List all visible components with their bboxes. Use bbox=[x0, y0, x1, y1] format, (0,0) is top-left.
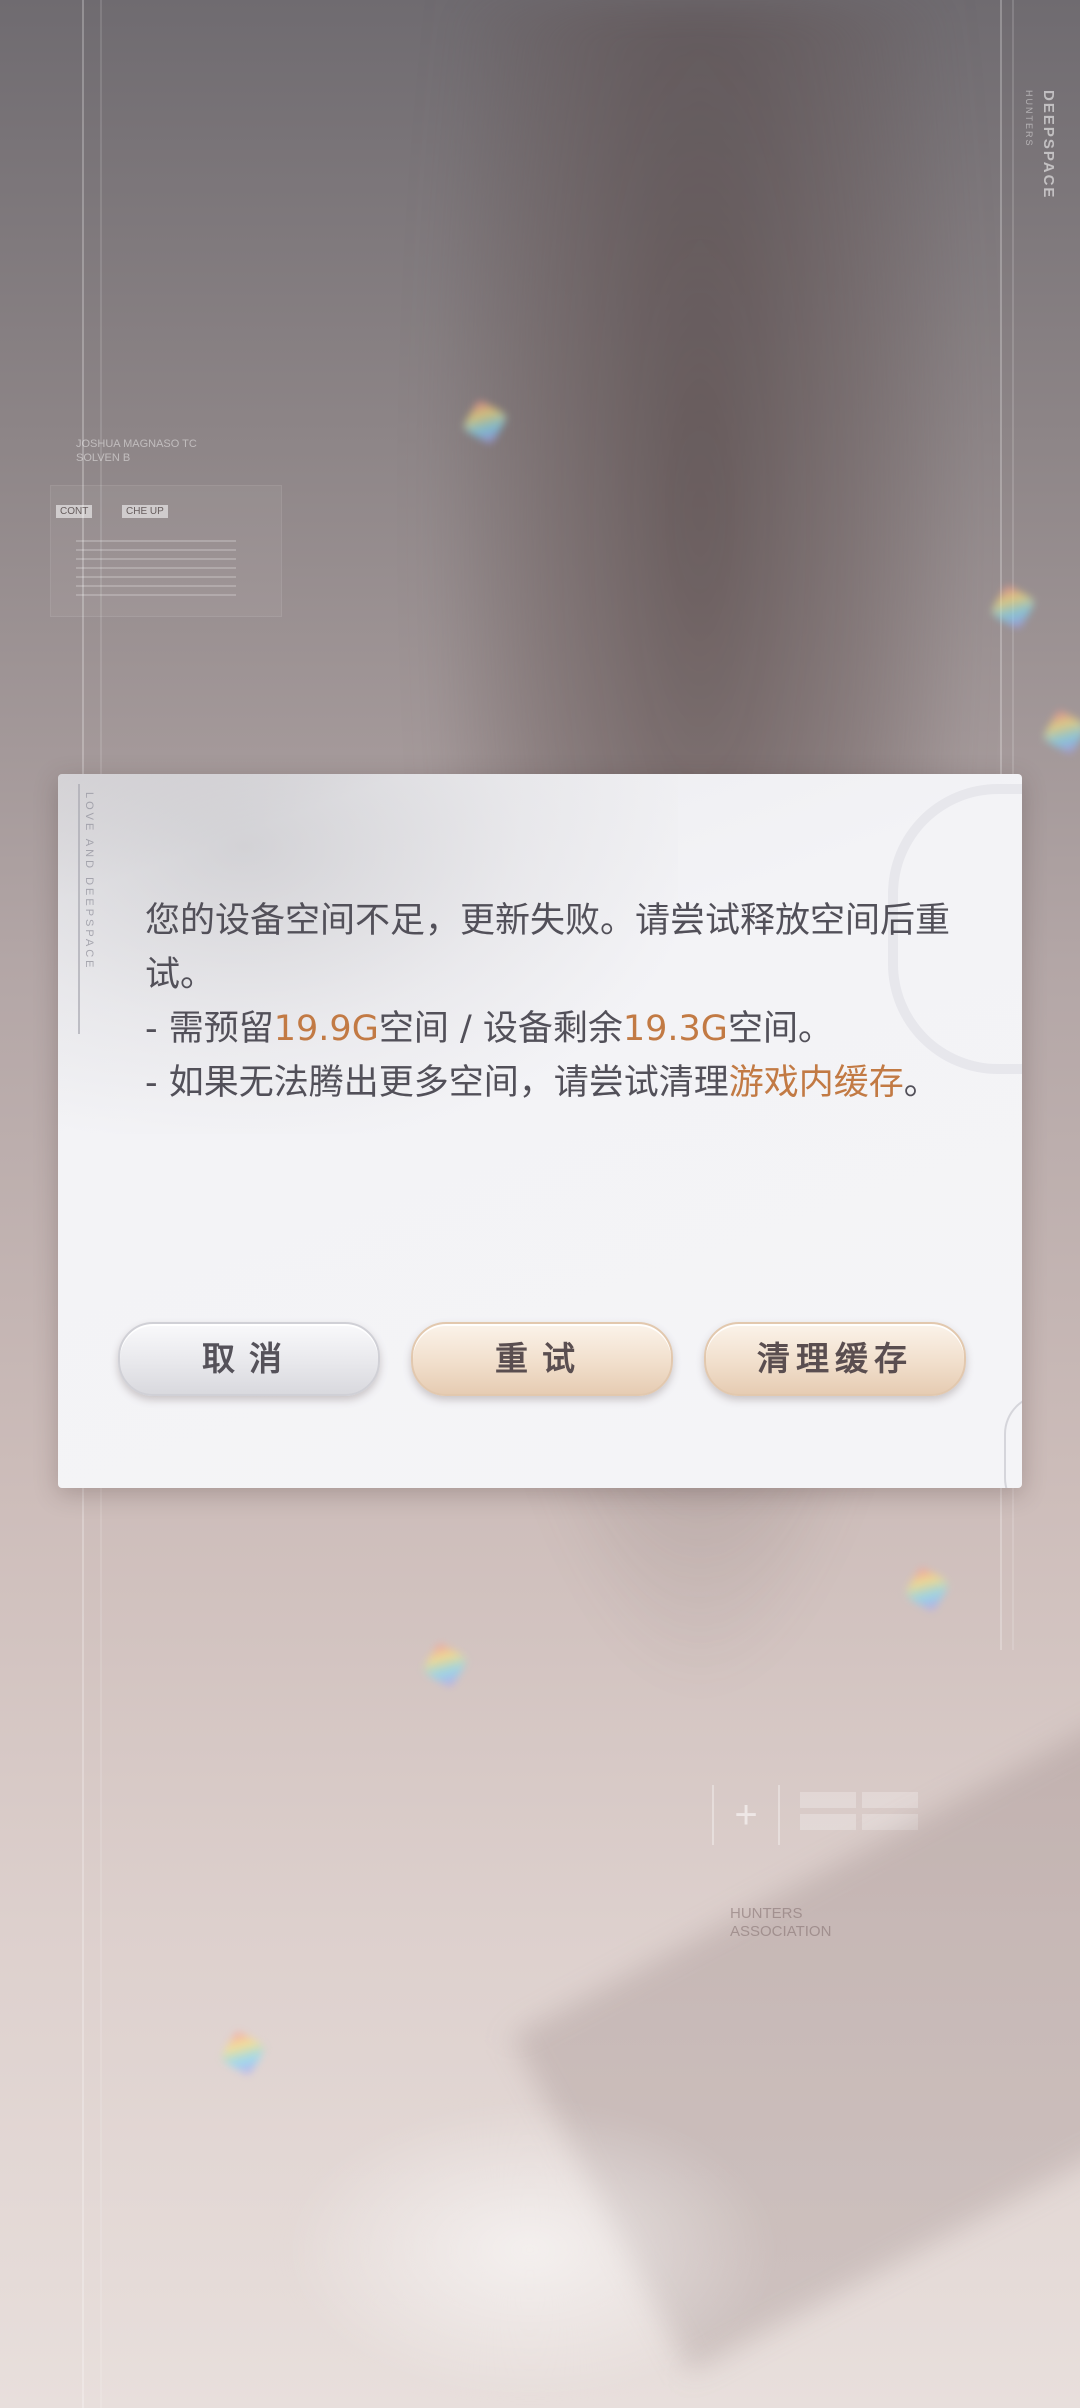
plus-icon: + bbox=[712, 1785, 780, 1845]
light-prism-icon bbox=[219, 2029, 267, 2077]
clear-cache-button[interactable]: 清理缓存 bbox=[704, 1322, 966, 1396]
retry-button[interactable]: 重试 bbox=[411, 1322, 673, 1396]
cancel-button[interactable]: 取消 bbox=[118, 1322, 380, 1396]
brand-logo-text: DEEPSPACE bbox=[1040, 90, 1057, 200]
decorative-lines bbox=[76, 540, 236, 600]
storage-error-dialog: LOVE AND DEEPSPACE 您的设备空间不足，更新失败。请尝试释放空间… bbox=[58, 774, 1022, 1488]
dialog-message: 您的设备空间不足，更新失败。请尝试释放空间后重试。 - 需预留19.9G空间 /… bbox=[145, 894, 965, 1110]
dialog-decorative-arc bbox=[1004, 1394, 1022, 1488]
dialog-divider bbox=[78, 784, 80, 1034]
message-line-hint: - 如果无法腾出更多空间，请尝试清理游戏内缓存。 bbox=[145, 1056, 965, 1110]
decorative-tag: CHE UP bbox=[122, 505, 168, 518]
light-prism-icon bbox=[989, 583, 1037, 631]
decorative-tag: CONT bbox=[56, 505, 93, 518]
brand-sub-text: HUNTERS bbox=[1024, 90, 1034, 148]
dialog-side-label: LOVE AND DEEPSPACE bbox=[83, 792, 95, 971]
message-text: 空间 / 设备剩余 bbox=[378, 1009, 623, 1049]
message-line-space: - 需预留19.9G空间 / 设备剩余19.3G空间。 bbox=[145, 1002, 965, 1056]
decorative-cells bbox=[800, 1792, 920, 1832]
required-space-value: 19.9G bbox=[273, 1009, 379, 1049]
decorative-caption: SOLVEN B bbox=[76, 452, 131, 464]
background-glare bbox=[280, 2100, 780, 2400]
message-line-main: 您的设备空间不足，更新失败。请尝试释放空间后重试。 bbox=[145, 901, 951, 995]
remaining-space-value: 19.3G bbox=[622, 1009, 728, 1049]
game-cache-link[interactable]: 游戏内缓存 bbox=[729, 1063, 904, 1103]
message-text: - 需预留 bbox=[145, 1009, 274, 1049]
message-text: 。 bbox=[903, 1063, 939, 1103]
light-prism-icon bbox=[1041, 708, 1080, 756]
decorative-caption: JOSHUA MAGNASO TC bbox=[76, 438, 197, 450]
message-text: - 如果无法腾出更多空间，请尝试清理 bbox=[145, 1063, 729, 1103]
message-text: 空间。 bbox=[727, 1009, 833, 1049]
